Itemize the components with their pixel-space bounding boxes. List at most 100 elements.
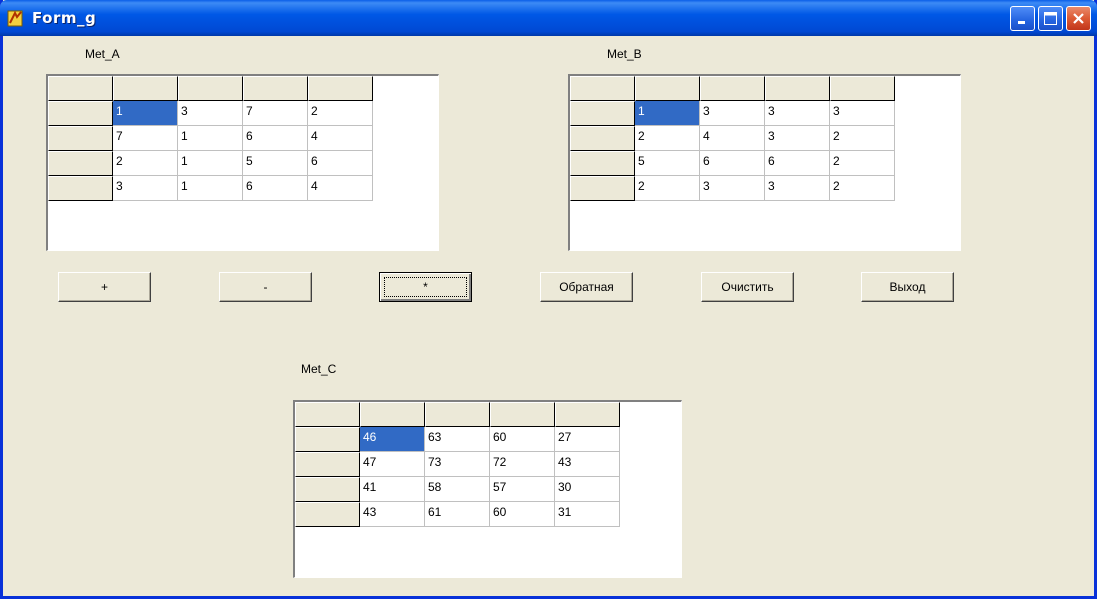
grid-header-cell[interactable] (570, 76, 635, 101)
grid-row-header-cell[interactable] (48, 176, 113, 201)
grid-header-cell[interactable] (555, 402, 620, 427)
add-button[interactable]: + (58, 272, 151, 302)
grid-cell[interactable]: 2 (635, 176, 700, 201)
focus-rectangle (384, 277, 467, 297)
grid-row-header-cell[interactable] (295, 427, 360, 452)
grid-cell[interactable]: 2 (113, 151, 178, 176)
grid-cell[interactable]: 58 (425, 477, 490, 502)
grid-cell[interactable]: 61 (425, 502, 490, 527)
grid-cell[interactable]: 47 (360, 452, 425, 477)
grid-row-header-cell[interactable] (48, 151, 113, 176)
label-met-a: Met_A (85, 47, 120, 61)
grid-cell[interactable]: 60 (490, 427, 555, 452)
exit-button[interactable]: Выход (861, 272, 954, 302)
grid-cell[interactable]: 1 (635, 101, 700, 126)
grid-header-cell[interactable] (765, 76, 830, 101)
grid-met-c[interactable]: 46 63 60 27 47 73 72 43 41 58 57 30 43 61 60 31 (293, 400, 682, 578)
grid-header-cell[interactable] (48, 76, 113, 101)
grid-cell[interactable]: 3 (178, 101, 243, 126)
grid-header-cell[interactable] (295, 402, 360, 427)
grid-header-cell[interactable] (700, 76, 765, 101)
exit-button-label: Выход (889, 280, 926, 294)
grid-cell[interactable]: 5 (243, 151, 308, 176)
grid-cell[interactable]: 60 (490, 502, 555, 527)
grid-cell[interactable]: 6 (243, 176, 308, 201)
grid-cell[interactable]: 3 (700, 176, 765, 201)
grid-cell[interactable]: 3 (830, 101, 895, 126)
grid-cell[interactable]: 73 (425, 452, 490, 477)
inverse-button[interactable]: Обратная (540, 272, 633, 302)
form-client-area: Met_A Met_B Met_C 1372716421563164 13332… (3, 36, 1094, 596)
grid-row-header-cell[interactable] (48, 126, 113, 151)
grid-row-header-cell[interactable] (570, 126, 635, 151)
grid-cell[interactable]: 7 (243, 101, 308, 126)
grid-cell[interactable]: 4 (308, 176, 373, 201)
grid-cell[interactable]: 1 (178, 151, 243, 176)
grid-cell[interactable]: 41 (360, 477, 425, 502)
grid-row-header-cell[interactable] (295, 502, 360, 527)
grid-row-header-cell[interactable] (48, 101, 113, 126)
close-icon (1073, 13, 1084, 24)
grid-row-header-cell[interactable] (295, 452, 360, 477)
grid-cell[interactable]: 2 (635, 126, 700, 151)
grid-cell[interactable]: 6 (700, 151, 765, 176)
grid-cell[interactable]: 1 (178, 126, 243, 151)
grid-cell[interactable]: 3 (765, 126, 830, 151)
grid-cell[interactable]: 3 (113, 176, 178, 201)
grid-cell[interactable]: 6 (308, 151, 373, 176)
grid-cell[interactable]: 2 (308, 101, 373, 126)
grid-cell[interactable]: 5 (635, 151, 700, 176)
subtract-button-label: - (263, 280, 268, 294)
grid-header-cell[interactable] (360, 402, 425, 427)
grid-row-header-cell[interactable] (570, 176, 635, 201)
close-button[interactable] (1066, 6, 1091, 31)
multiply-button[interactable]: * (379, 272, 472, 302)
grid-header-cell[interactable] (635, 76, 700, 101)
subtract-button[interactable]: - (219, 272, 312, 302)
grid-header-cell[interactable] (178, 76, 243, 101)
grid-cell[interactable]: 6 (243, 126, 308, 151)
grid-cell[interactable]: 31 (555, 502, 620, 527)
grid-met-a[interactable]: 1372716421563164 (46, 74, 439, 251)
grid-row-header-cell[interactable] (570, 101, 635, 126)
grid-header-cell[interactable] (490, 402, 555, 427)
grid-cell[interactable]: 6 (765, 151, 830, 176)
label-met-c: Met_C (301, 362, 337, 376)
grid-header-cell[interactable] (308, 76, 373, 101)
grid-header-cell[interactable] (425, 402, 490, 427)
grid-cell[interactable]: 3 (765, 176, 830, 201)
grid-cell[interactable]: 2 (830, 126, 895, 151)
grid-row-header-cell[interactable] (295, 477, 360, 502)
grid-cell[interactable]: 3 (700, 101, 765, 126)
grid-row-header-cell[interactable] (570, 151, 635, 176)
grid-cell[interactable]: 4 (700, 126, 765, 151)
maximize-icon (1044, 12, 1057, 25)
grid-header-cell[interactable] (113, 76, 178, 101)
grid-cell[interactable]: 4 (308, 126, 373, 151)
grid-cell[interactable]: 43 (555, 452, 620, 477)
grid-cell[interactable]: 1 (113, 101, 178, 126)
main-window: Form_g Met_A Met_B Met_C 137271642156316… (0, 0, 1097, 599)
grid-cell[interactable]: 57 (490, 477, 555, 502)
app-icon (7, 10, 23, 27)
grid-met-b[interactable]: 1333243256622332 (568, 74, 961, 251)
grid-cell[interactable]: 30 (555, 477, 620, 502)
title-bar[interactable]: Form_g (0, 0, 1097, 36)
grid-cell[interactable]: 2 (830, 176, 895, 201)
grid-header-cell[interactable] (243, 76, 308, 101)
grid-cell[interactable]: 46 (360, 427, 425, 452)
minimize-button[interactable] (1010, 6, 1035, 31)
grid-cell[interactable]: 2 (830, 151, 895, 176)
grid-cell[interactable]: 3 (765, 101, 830, 126)
grid-cell[interactable]: 7 (113, 126, 178, 151)
window-title: Form_g (32, 9, 97, 27)
maximize-button[interactable] (1038, 6, 1063, 31)
grid-cell[interactable]: 27 (555, 427, 620, 452)
grid-cell[interactable]: 72 (490, 452, 555, 477)
grid-cell[interactable]: 1 (178, 176, 243, 201)
grid-header-cell[interactable] (830, 76, 895, 101)
grid-cell[interactable]: 63 (425, 427, 490, 452)
clear-button[interactable]: Очистить (701, 272, 794, 302)
grid-cell[interactable]: 43 (360, 502, 425, 527)
inverse-button-label: Обратная (559, 280, 614, 294)
